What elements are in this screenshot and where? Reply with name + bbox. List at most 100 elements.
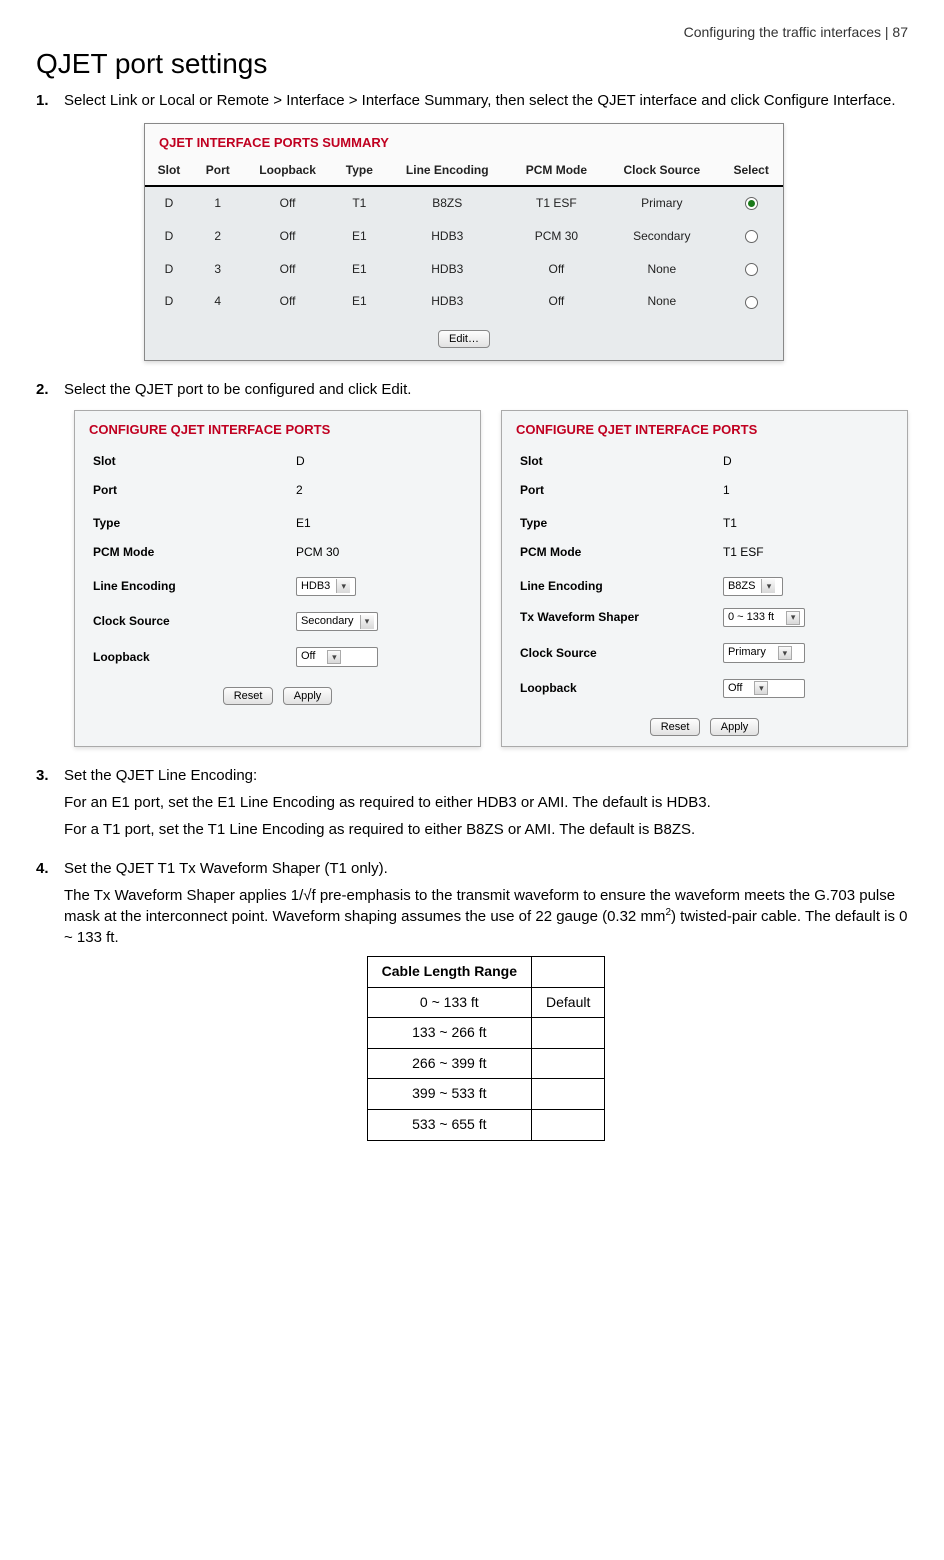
clock-select[interactable]: Secondary▾ [296, 612, 378, 631]
table-cell: Off [508, 285, 604, 318]
length-header-range: Cable Length Range [367, 957, 531, 988]
apply-button[interactable]: Apply [710, 718, 760, 736]
step-3-lead: Set the QJET Line Encoding: [64, 767, 257, 784]
table-cell: None [604, 285, 719, 318]
label-type: Type [520, 515, 723, 532]
label-encoding: Line Encoding [520, 578, 723, 595]
label-loopback: Loopback [93, 649, 296, 666]
step-4: 4. Set the QJET T1 Tx Waveform Shaper (T… [36, 858, 908, 1141]
label-type: Type [93, 515, 296, 532]
chevron-down-icon: ▾ [360, 615, 374, 629]
value-port: 1 [723, 482, 889, 499]
length-range-cell: 266 ~ 399 ft [367, 1048, 531, 1079]
row-select-radio[interactable] [745, 296, 758, 309]
label-port: Port [93, 482, 296, 499]
length-note-cell [532, 1110, 605, 1141]
encoding-select[interactable]: B8ZS▾ [723, 577, 783, 596]
step-3: 3. Set the QJET Line Encoding: For an E1… [36, 765, 908, 840]
summary-table: Slot Port Loopback Type Line Encoding PC… [145, 156, 783, 318]
length-range-cell: 399 ~ 533 ft [367, 1079, 531, 1110]
step-2: 2. Select the QJET port to be configured… [36, 379, 908, 747]
col-loopback: Loopback [243, 156, 333, 186]
table-cell: HDB3 [386, 220, 508, 253]
table-row: D4OffE1HDB3OffNone [145, 285, 783, 318]
table-cell: Off [243, 186, 333, 220]
length-range-cell: 533 ~ 655 ft [367, 1110, 531, 1141]
config-panel-e1: CONFIGURE QJET INTERFACE PORTS SlotD Por… [74, 410, 481, 747]
chevron-down-icon: ▾ [761, 579, 775, 593]
label-slot: Slot [520, 453, 723, 470]
label-encoding: Line Encoding [93, 578, 296, 595]
table-cell: HDB3 [386, 253, 508, 286]
label-slot: Slot [93, 453, 296, 470]
encoding-select-value: HDB3 [301, 579, 330, 594]
table-cell: T1 [333, 186, 386, 220]
col-select: Select [719, 156, 783, 186]
table-cell: Primary [604, 186, 719, 220]
reset-button[interactable]: Reset [650, 718, 701, 736]
step-1-text: Select Link or Local or Remote > Interfa… [64, 92, 896, 109]
table-cell: 3 [193, 253, 243, 286]
label-pcm: PCM Mode [520, 544, 723, 561]
table-cell: Off [243, 220, 333, 253]
row-select-radio[interactable] [745, 263, 758, 276]
table-cell: HDB3 [386, 285, 508, 318]
clock-select[interactable]: Primary▾ [723, 643, 805, 662]
table-cell: Off [243, 253, 333, 286]
table-cell: E1 [333, 253, 386, 286]
page-title: QJET port settings [36, 48, 908, 80]
chevron-down-icon: ▾ [786, 611, 800, 625]
edit-button[interactable]: Edit… [438, 330, 490, 348]
chevron-down-icon: ▾ [336, 579, 350, 593]
select-cell [719, 186, 783, 220]
summary-footer: Edit… [145, 318, 783, 360]
table-row: D2OffE1HDB3PCM 30Secondary [145, 220, 783, 253]
value-port: 2 [296, 482, 462, 499]
row-select-radio[interactable] [745, 197, 758, 210]
reset-button[interactable]: Reset [223, 687, 274, 705]
table-cell: D [145, 186, 193, 220]
col-pcm: PCM Mode [508, 156, 604, 186]
chevron-down-icon: ▾ [327, 650, 341, 664]
col-slot: Slot [145, 156, 193, 186]
chevron-down-icon: ▾ [754, 681, 768, 695]
apply-button[interactable]: Apply [283, 687, 333, 705]
col-port: Port [193, 156, 243, 186]
table-cell: PCM 30 [508, 220, 604, 253]
table-cell: D [145, 285, 193, 318]
length-range-cell: 133 ~ 266 ft [367, 1018, 531, 1049]
loopback-select[interactable]: Off ▾ [723, 679, 805, 698]
col-encoding: Line Encoding [386, 156, 508, 186]
label-clock: Clock Source [520, 645, 723, 662]
tx-shaper-select[interactable]: 0 ~ 133 ft ▾ [723, 608, 805, 627]
page-header: Configuring the traffic interfaces | 87 [36, 24, 908, 40]
label-loopback: Loopback [520, 680, 723, 697]
tx-shaper-select-value: 0 ~ 133 ft [728, 610, 774, 625]
select-cell [719, 253, 783, 286]
loopback-select-value: Off [728, 681, 742, 696]
step-2-text: Select the QJET port to be configured an… [64, 381, 411, 398]
table-cell: B8ZS [386, 186, 508, 220]
value-type: E1 [296, 515, 462, 532]
config-panel-e1-title: CONFIGURE QJET INTERFACE PORTS [75, 411, 480, 447]
table-cell: E1 [333, 220, 386, 253]
loopback-select-value: Off [301, 649, 315, 664]
length-range-cell: 0 ~ 133 ft [367, 987, 531, 1018]
step-3-number: 3. [36, 765, 49, 786]
loopback-select[interactable]: Off ▾ [296, 647, 378, 666]
label-port: Port [520, 482, 723, 499]
step-3-p2: For a T1 port, set the T1 Line Encoding … [64, 819, 908, 840]
table-row: 0 ~ 133 ftDefault [367, 987, 605, 1018]
table-cell: None [604, 253, 719, 286]
table-cell: 2 [193, 220, 243, 253]
label-tx-shaper: Tx Waveform Shaper [520, 609, 723, 626]
encoding-select[interactable]: HDB3 ▾ [296, 577, 356, 596]
step-4-lead: Set the QJET T1 Tx Waveform Shaper (T1 o… [64, 860, 388, 877]
value-pcm: T1 ESF [723, 544, 889, 561]
row-select-radio[interactable] [745, 230, 758, 243]
step-2-number: 2. [36, 379, 49, 400]
col-type: Type [333, 156, 386, 186]
step-4-p1: The Tx Waveform Shaper applies 1/√f pre-… [64, 885, 908, 948]
config-panel-t1-title: CONFIGURE QJET INTERFACE PORTS [502, 411, 907, 447]
step-4-number: 4. [36, 858, 49, 879]
